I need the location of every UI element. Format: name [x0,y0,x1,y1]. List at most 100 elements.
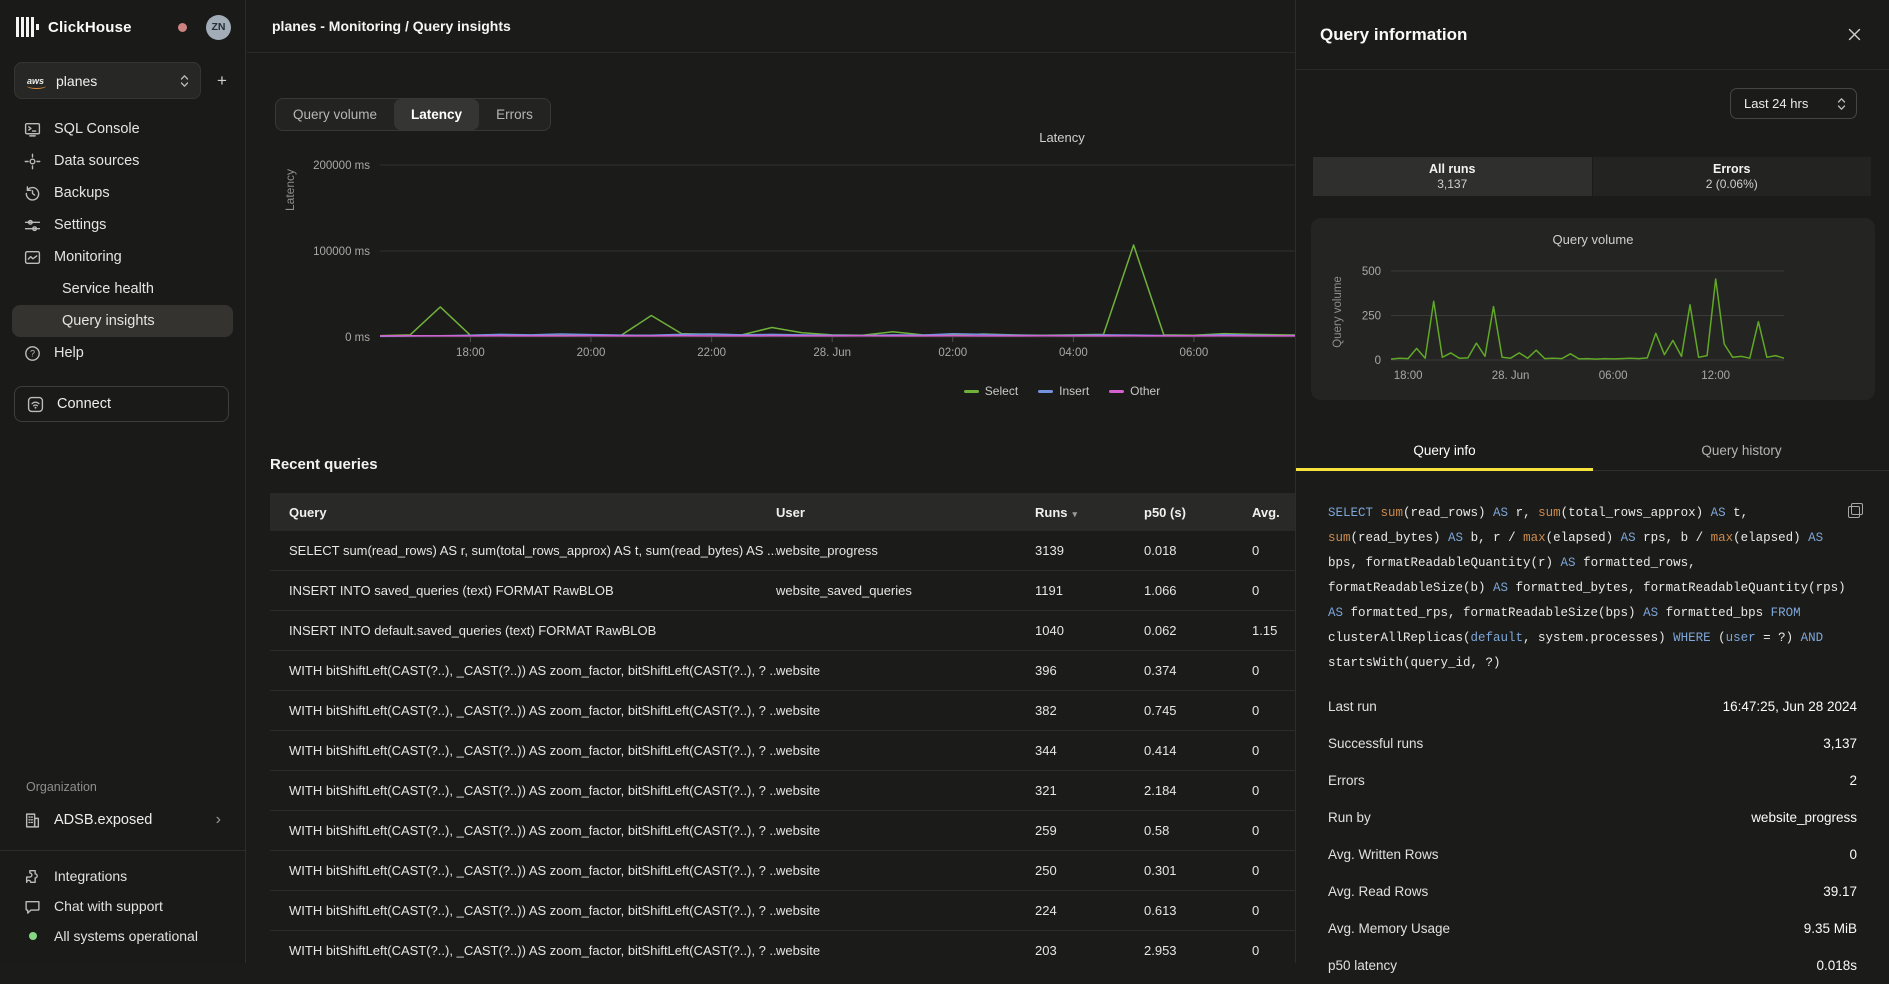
stat-row: Run bywebsite_progress [1296,799,1889,836]
breadcrumb: planes - Monitoring / Query insights [272,18,511,34]
puzzle-icon [24,868,41,885]
legend-label: Insert [1059,384,1089,398]
close-icon[interactable] [1844,24,1865,45]
table-cell: 0 [1252,863,1295,878]
table-row[interactable]: SELECT sum(read_rows) AS r, sum(total_ro… [270,531,1295,571]
column-header: User [776,505,1035,520]
table-row[interactable]: WITH bitShiftLeft(CAST(?..), _CAST(?..))… [270,651,1295,691]
legend-item[interactable]: Select [964,384,1018,398]
sidebar-item-backups[interactable]: Backups [12,177,233,209]
legend-label: Select [985,384,1018,398]
table-cell: 259 [1035,823,1144,838]
sidebar-item-label: Data sources [54,153,139,169]
recent-queries-table: QueryUserRuns▾p50 (s)Avg. SELECT sum(rea… [270,493,1295,963]
stat-label: Avg. Memory Usage [1328,921,1450,936]
copy-icon[interactable] [1848,503,1863,518]
chat-bubble-icon [24,898,41,915]
table-cell: website [776,823,1035,838]
table-cell: website [776,783,1035,798]
stat-value: website_progress [1751,810,1857,825]
table-row[interactable]: WITH bitShiftLeft(CAST(?..), _CAST(?..))… [270,811,1295,851]
summary-tabs: All runs 3,137 Errors 2 (0.06%) [1313,157,1871,196]
table-row[interactable]: WITH bitShiftLeft(CAST(?..), _CAST(?..))… [270,891,1295,931]
query-volume-chart[interactable]: 025050018:0028. Jun06:0012:00 [1311,218,1875,400]
sidebar-item-chat-support[interactable]: Chat with support [12,891,233,921]
table-cell: 250 [1035,863,1144,878]
organization-row[interactable]: ADSB.exposed › [12,804,233,836]
table-cell: website_saved_queries [776,583,1035,598]
table-cell: 321 [1035,783,1144,798]
table-cell: 0.414 [1144,743,1252,758]
sidebar-item-help[interactable]: ? Help [12,337,233,369]
svg-text:04:00: 04:00 [1059,347,1088,359]
table-row[interactable]: WITH bitShiftLeft(CAST(?..), _CAST(?..))… [270,691,1295,731]
legend-item[interactable]: Insert [1038,384,1089,398]
tab-query-info[interactable]: Query info [1296,435,1593,470]
stat-value: 9.35 MiB [1804,921,1857,936]
table-cell: 224 [1035,903,1144,918]
table-cell: 0.062 [1144,623,1252,638]
sidebar-item-service-health[interactable]: Service health [12,273,233,305]
help-icon: ? [24,345,41,362]
column-header: p50 (s) [1144,505,1252,520]
system-status[interactable]: All systems operational [12,921,233,951]
svg-text:20:00: 20:00 [577,347,606,359]
table-row[interactable]: WITH bitShiftLeft(CAST(?..), _CAST(?..))… [270,851,1295,891]
service-selector[interactable]: aws planes [14,62,201,99]
logo-row: ClickHouse ZN [0,0,245,40]
sidebar-item-sql-console[interactable]: SQL Console [12,113,233,145]
table-cell: website [776,743,1035,758]
connect-icon [27,396,44,413]
sidebar-item-label: Backups [54,185,110,201]
table-cell: website [776,943,1035,958]
avatar[interactable]: ZN [206,15,231,40]
stat-value: 3,137 [1823,736,1857,751]
table-cell: 0 [1252,943,1295,958]
clickhouse-logo-icon[interactable] [16,17,39,37]
all-runs-count: 3,137 [1437,177,1467,192]
table-row[interactable]: WITH bitShiftLeft(CAST(?..), _CAST(?..))… [270,771,1295,811]
table-cell: 1191 [1035,583,1144,598]
monitoring-chart-icon [24,249,41,266]
table-cell: website [776,663,1035,678]
stat-label: Avg. Written Rows [1328,847,1439,862]
table-cell: 396 [1035,663,1144,678]
add-service-button[interactable]: + [209,68,235,94]
sidebar-item-query-insights[interactable]: Query insights [12,305,233,337]
table-cell: WITH bitShiftLeft(CAST(?..), _CAST(?..))… [270,943,776,958]
recent-queries-title: Recent queries [270,456,378,473]
column-header[interactable]: Runs▾ [1035,505,1144,520]
table-row[interactable]: WITH bitShiftLeft(CAST(?..), _CAST(?..))… [270,931,1295,963]
table-cell: WITH bitShiftLeft(CAST(?..), _CAST(?..))… [270,743,776,758]
table-row[interactable]: INSERT INTO saved_queries (text) FORMAT … [270,571,1295,611]
sql-code: SELECT sum(read_rows) AS r, sum(total_ro… [1328,506,1846,670]
legend-swatch-icon [1038,390,1053,393]
sidebar-item-integrations[interactable]: Integrations [12,861,233,891]
table-row[interactable]: WITH bitShiftLeft(CAST(?..), _CAST(?..))… [270,731,1295,771]
tab-errors-summary[interactable]: Errors 2 (0.06%) [1593,157,1872,196]
sidebar-item-settings[interactable]: Settings [12,209,233,241]
sidebar-item-monitoring[interactable]: Monitoring [12,241,233,273]
table-row[interactable]: INSERT INTO default.saved_queries (text)… [270,611,1295,651]
sidebar-item-data-sources[interactable]: Data sources [12,145,233,177]
latency-chart[interactable]: 0 ms100000 ms200000 ms18:0020:0022:0028.… [247,60,1295,380]
table-cell: WITH bitShiftLeft(CAST(?..), _CAST(?..))… [270,823,776,838]
svg-text:28. Jun: 28. Jun [813,347,851,359]
tab-query-history[interactable]: Query history [1593,435,1889,470]
connect-button[interactable]: Connect [14,386,229,422]
all-runs-label: All runs [1429,162,1476,177]
sidebar-footer: Integrations Chat with support All syste… [0,850,245,963]
sidebar-item-label: Service health [62,281,154,297]
svg-text:?: ? [30,348,35,358]
legend-swatch-icon [964,390,979,393]
legend-item[interactable]: Other [1109,384,1160,398]
stat-value: 0 [1849,847,1857,862]
svg-text:250: 250 [1362,311,1381,323]
time-range-select[interactable]: Last 24 hrs [1730,88,1857,119]
notification-dot-icon [178,23,187,32]
tab-all-runs[interactable]: All runs 3,137 [1313,157,1592,196]
stat-label: Avg. Read Rows [1328,884,1428,899]
connect-label: Connect [57,396,111,412]
svg-text:28. Jun: 28. Jun [1492,370,1530,382]
svg-text:200000 ms: 200000 ms [313,160,370,172]
